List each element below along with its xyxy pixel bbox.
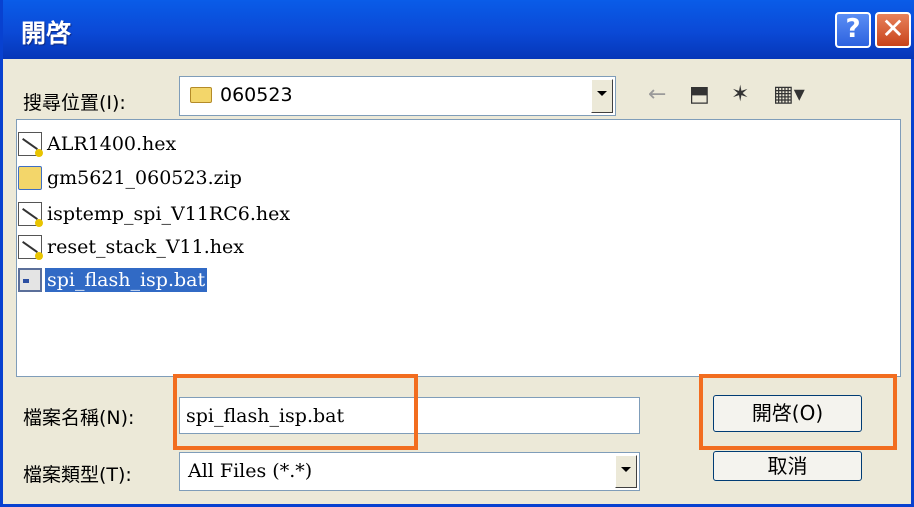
chevron-down-icon[interactable]	[591, 79, 613, 113]
view-menu-icon[interactable]: ▦▾	[773, 81, 805, 109]
cancel-button[interactable]: 取消	[713, 451, 862, 481]
up-folder-icon[interactable]: ⬒	[689, 81, 710, 109]
file-name: isptemp_spi_V11RC6.hex	[47, 203, 291, 225]
help-button[interactable]: ?	[835, 12, 871, 48]
filename-highlight-box	[173, 374, 418, 450]
dialog-title: 開啓	[21, 19, 72, 48]
title-bar[interactable]: 開啓 ? ✕	[3, 0, 914, 59]
chevron-down-icon[interactable]	[615, 455, 637, 488]
file-name: gm5621_060523.zip	[47, 167, 242, 189]
file-name: reset_stack_V11.hex	[47, 236, 244, 258]
file-list[interactable]: ALR1400.hex gm5621_060523.zip isptemp_sp…	[16, 119, 901, 377]
file-type-value: All Files (*.*)	[188, 460, 313, 482]
hex-file-icon	[18, 132, 43, 157]
back-arrow-icon[interactable]: ←	[648, 81, 666, 109]
hex-file-icon	[18, 235, 43, 260]
look-in-value: 060523	[220, 84, 293, 106]
file-type-label: 檔案類型(T):	[23, 464, 132, 486]
folder-icon	[190, 87, 212, 103]
file-name: ALR1400.hex	[47, 133, 177, 155]
zip-file-icon	[18, 166, 42, 190]
close-button[interactable]: ✕	[875, 12, 911, 48]
look-in-dropdown[interactable]: 060523	[179, 76, 616, 116]
file-name: spi_flash_isp.bat	[45, 268, 208, 292]
file-type-dropdown[interactable]: All Files (*.*)	[179, 452, 640, 491]
hex-file-icon	[18, 202, 43, 227]
look-in-label: 搜尋位置(I):	[23, 92, 126, 114]
batch-file-icon	[18, 268, 42, 292]
new-folder-icon[interactable]: ✶	[731, 81, 749, 109]
open-button-highlight-box	[699, 374, 897, 450]
open-file-dialog: 開啓 ? ✕ 搜尋位置(I): 060523 ← ⬒ ✶ ▦▾ ALR1400.…	[0, 0, 914, 507]
file-name-label: 檔案名稱(N):	[23, 407, 135, 429]
